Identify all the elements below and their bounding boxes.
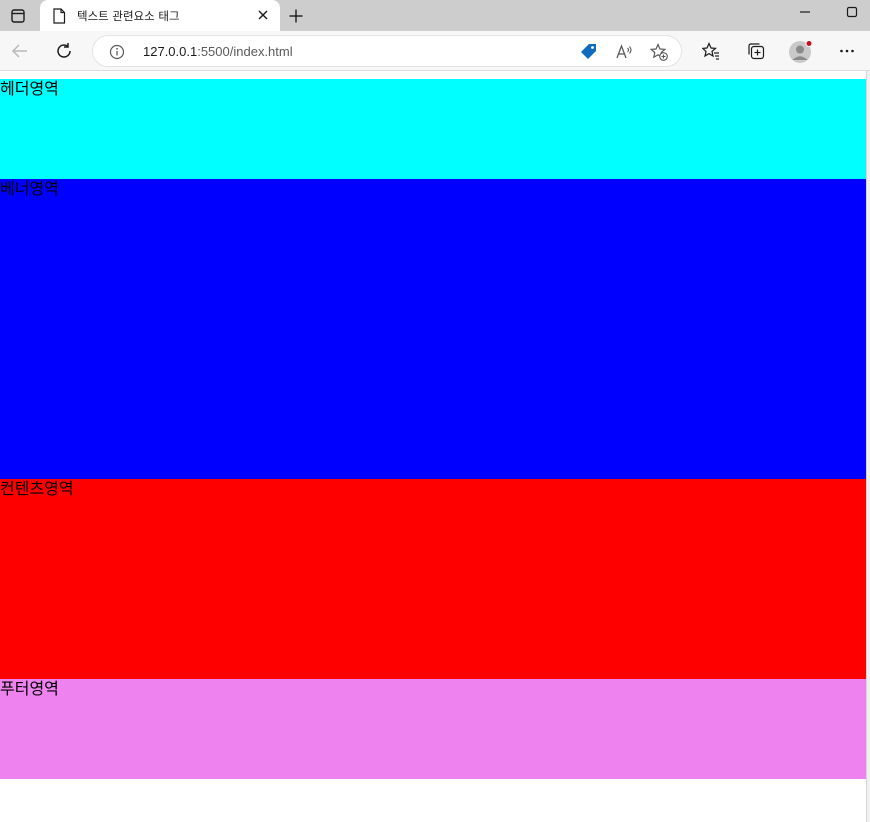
star-add-icon [650,43,668,61]
tab-strip: 텍스트 관련요소 태그 [0,0,870,31]
url-text[interactable]: 127.0.0.1:5500/index.html [143,44,293,59]
new-tab-button[interactable] [286,6,306,26]
maximize-button[interactable] [842,4,862,20]
browser-toolbar: 127.0.0.1:5500/index.html [0,31,870,71]
address-bar[interactable]: 127.0.0.1:5500/index.html [92,35,682,67]
content-area-label: 컨텐츠영역 [0,479,74,498]
tab-close-button[interactable] [254,6,272,24]
more-dots-icon [840,49,854,53]
back-button[interactable] [8,39,32,63]
price-tag-icon [581,44,596,59]
tab-actions-button[interactable] [0,0,36,31]
banner-area: 베너영역 [0,179,866,479]
close-icon [258,10,268,20]
collections-icon [748,43,765,60]
minimize-button[interactable] [795,4,815,20]
minimize-icon [800,11,810,13]
settings-more-button[interactable] [835,39,859,63]
favorites-button[interactable] [699,39,723,63]
tab-title: 텍스트 관련요소 태그 [77,9,180,23]
active-tab[interactable]: 텍스트 관련요소 태그 [40,0,280,31]
tab-actions-icon [11,8,25,23]
read-aloud-button[interactable] [614,42,634,62]
plus-icon [289,9,303,23]
collections-button[interactable] [744,39,768,63]
add-favorite-button[interactable] [649,42,669,62]
footer-area: 푸터영역 [0,679,866,779]
read-aloud-icon [616,44,632,59]
refresh-icon [57,43,71,58]
profile-button[interactable] [788,39,814,65]
shopping-tag-button[interactable] [579,42,599,62]
header-area-label: 헤더영역 [0,79,59,98]
favorites-list-icon [702,42,719,60]
site-info-icon[interactable] [109,44,125,60]
url-host: 127.0.0.1 [143,44,198,59]
url-path: :5500/index.html [197,44,293,59]
maximize-icon [846,6,858,18]
page-top-gap [0,71,866,79]
vertical-scrollbar[interactable] [866,71,870,822]
avatar-icon [789,40,813,63]
back-arrow-icon [11,44,27,58]
page-document-icon [53,8,66,24]
footer-area-label: 푸터영역 [0,679,59,698]
banner-area-label: 베너영역 [0,179,59,198]
page-viewport: 헤더영역 베너영역 컨텐츠영역 푸터영역 [0,79,866,779]
refresh-button[interactable] [52,39,76,63]
header-area: 헤더영역 [0,79,866,179]
content-area: 컨텐츠영역 [0,479,866,679]
